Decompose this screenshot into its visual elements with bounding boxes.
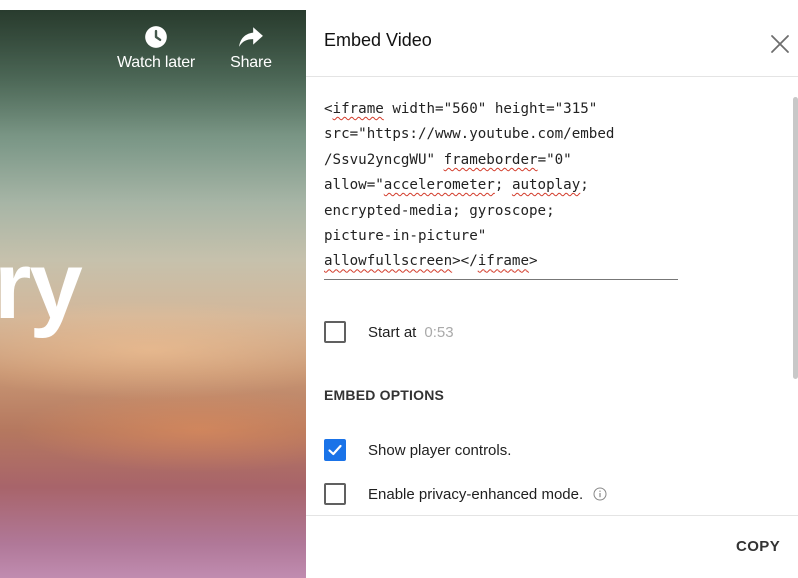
embed-options-heading: EMBED OPTIONS [324, 387, 445, 403]
dialog-content[interactable]: <iframe width="560" height="315" src="htt… [306, 76, 798, 516]
start-at-row: Start at 0:53 [324, 321, 454, 343]
start-at-time[interactable]: 0:53 [424, 324, 453, 341]
embed-code-line: <iframe width="560" height="315" [324, 101, 598, 117]
show-controls-checkbox[interactable] [324, 439, 346, 461]
info-icon[interactable] [593, 487, 607, 501]
start-at-label: Start at [368, 323, 417, 341]
spellcheck-word: frameborder [443, 151, 538, 168]
embed-code-line: picture-in-picture" [324, 228, 487, 245]
show-controls-label: Show player controls. [368, 441, 512, 459]
embed-code-line: allow="accelerometer; autoplay; [324, 177, 589, 194]
close-icon [771, 35, 789, 53]
share-arrow-icon [239, 27, 263, 47]
spellcheck-word: allowfullscreen [324, 253, 453, 270]
privacy-mode-label: Enable privacy-enhanced mode. [368, 485, 584, 503]
option-show-controls: Show player controls. [324, 439, 511, 461]
embed-code-field[interactable]: <iframe width="560" height="315" src="htt… [324, 97, 678, 280]
copy-button[interactable]: COPY [736, 538, 780, 555]
spellcheck-word: autoplay [511, 177, 581, 194]
clock-icon [145, 26, 167, 48]
embed-code-line: /Ssvu2yncgWU" frameborder="0" [324, 151, 572, 168]
embed-code-line: encrypted-media; gyroscope; [324, 202, 555, 219]
video-preview[interactable]: Watch later Share ry [0, 10, 306, 578]
share-label: Share [230, 54, 272, 71]
start-at-checkbox[interactable] [324, 321, 346, 343]
share-button[interactable]: Share [226, 22, 276, 72]
spellcheck-word: accelerometer [383, 177, 495, 194]
watch-later-label: Watch later [116, 54, 196, 71]
close-button[interactable] [770, 34, 790, 54]
video-title-fragment: ry [0, 232, 83, 339]
embed-dialog: Embed Video <iframe width="560" height="… [306, 0, 798, 578]
scrollbar-thumb[interactable] [793, 97, 798, 379]
option-privacy-mode: Enable privacy-enhanced mode. [324, 483, 607, 505]
embed-code-line: src="https://www.youtube.com/embed [324, 126, 615, 143]
watch-later-button[interactable]: Watch later [112, 22, 200, 72]
spellcheck-word: iframe [332, 101, 384, 117]
dialog-title: Embed Video [324, 30, 432, 50]
privacy-mode-checkbox[interactable] [324, 483, 346, 505]
embed-code-line: allowfullscreen></iframe> [324, 253, 538, 270]
check-icon [328, 444, 342, 456]
spellcheck-word: iframe [477, 253, 529, 270]
